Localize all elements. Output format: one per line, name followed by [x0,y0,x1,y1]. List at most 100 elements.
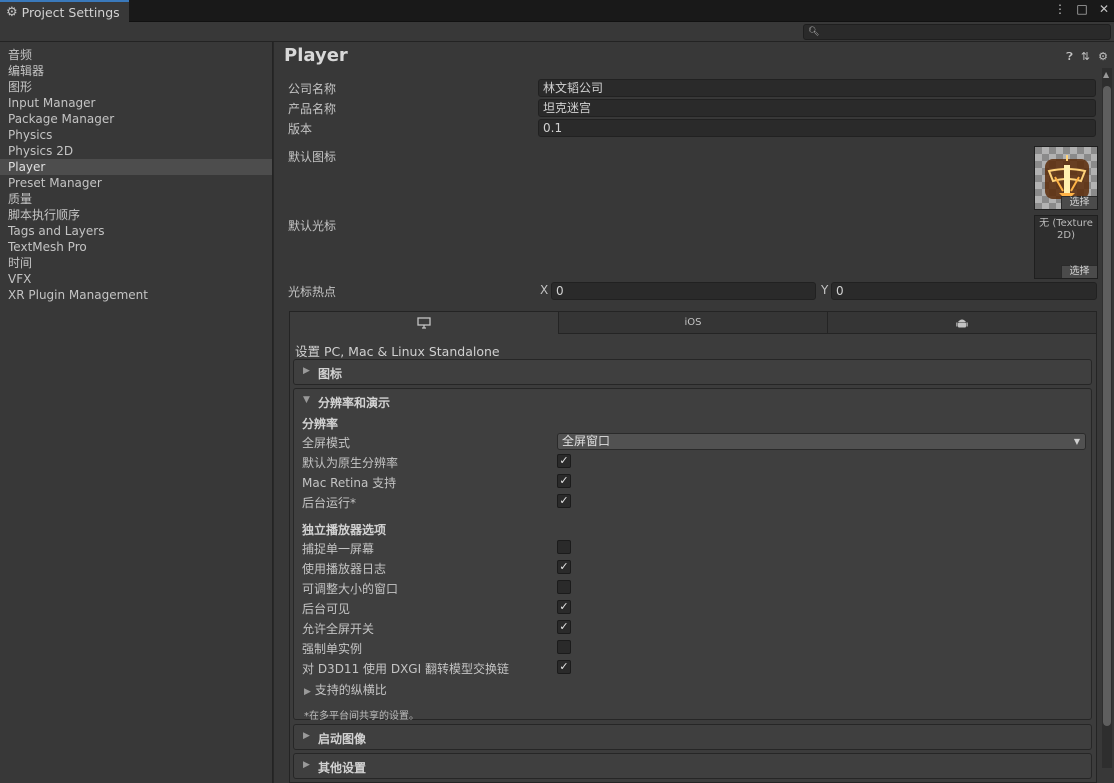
tab-ios[interactable]: iOS [559,312,828,334]
fullscreen-mode-dropdown[interactable]: 全屏窗口 ▼ [557,433,1086,450]
other-settings-foldout-title: 其他设置 [318,761,367,775]
toolbar: 🔍︎ [0,22,1114,42]
select-cursor-button[interactable]: 选择 [1061,265,1097,278]
visible-in-background-checkbox[interactable]: ✓ [557,600,571,614]
dxgi-flip-model-checkbox[interactable]: ✓ [557,660,571,674]
default-icon-label: 默认图标 [288,150,337,164]
sidebar-item-vfx[interactable]: VFX [0,271,272,287]
other-settings-foldout[interactable]: ▶ 其他设置 [293,753,1092,779]
version-label: 版本 [288,122,313,136]
help-icon[interactable]: ❓︎ [1066,50,1073,64]
player-log-label: 使用播放器日志 [302,562,387,576]
header-icons: ❓︎ ⇅ ⚙ [1066,50,1108,64]
sidebar-item-package-manager[interactable]: Package Manager [0,111,272,127]
run-in-background-checkbox[interactable]: ✓ [557,494,571,508]
expanded-arrow-icon[interactable]: ▼ [303,395,310,405]
sidebar-item-xr-plugin-management[interactable]: XR Plugin Management [0,287,272,303]
hotspot-y-field[interactable]: 0 [831,282,1097,300]
sidebar-item-quality[interactable]: 质量 [0,191,272,207]
native-resolution-label: 默认为原生分辨率 [302,456,399,470]
force-single-instance-label: 强制单实例 [302,642,363,656]
product-name-field[interactable]: 坦克迷宫 [538,99,1096,117]
close-icon[interactable]: ✕ [1098,2,1110,16]
hotspot-x-label: X [540,283,549,297]
vertical-scrollbar[interactable]: ▲ [1102,68,1112,768]
player-settings-panel: Player ❓︎ ⇅ ⚙ ▲ 公司名称 林文韬公司 产品名称 坦克迷宫 版本 … [274,42,1114,783]
company-name-field[interactable]: 林文韬公司 [538,79,1096,97]
hotspot-x-field[interactable]: 0 [551,282,816,300]
resolution-foldout-title[interactable]: 分辨率和演示 [318,394,390,411]
maximize-icon[interactable]: □ [1076,2,1088,16]
shared-settings-note: *在多平台间共享的设置。 [304,711,419,722]
resolution-section: ▼ 分辨率和演示 分辨率 全屏模式 全屏窗口 ▼ 默认为原生分辨率 ✓ Mac … [293,388,1092,722]
presets-icon[interactable]: ⇅ [1081,50,1090,64]
window-controls: ⋮ □ ✕ [1054,2,1110,16]
tab-title: Project Settings [21,4,120,20]
sidebar-item-script-execution-order[interactable]: 脚本执行顺序 [0,207,272,223]
android-icon [956,319,968,327]
sidebar-item-textmesh-pro[interactable]: TextMesh Pro [0,239,272,255]
capture-single-screen-checkbox[interactable] [557,540,571,554]
collapsed-arrow-icon: ▶ [303,366,310,376]
checkmark-icon: ✓ [559,494,569,507]
default-icon-slot[interactable]: 选择 [1034,146,1098,210]
checkmark-icon: ✓ [559,560,569,573]
scroll-up-arrow-icon[interactable]: ▲ [1103,70,1109,79]
cursor-none-text: 无 (Texture 2D) [1039,218,1093,241]
icon-foldout[interactable]: ▶ 图标 [293,359,1092,385]
sidebar-item-graphics[interactable]: 图形 [0,79,272,95]
run-in-background-label: 后台运行* [302,496,357,510]
product-name-label: 产品名称 [288,102,337,116]
mac-retina-checkbox[interactable]: ✓ [557,474,571,488]
capture-single-screen-label: 捕捉单一屏幕 [302,542,375,556]
sidebar-item-tags-and-layers[interactable]: Tags and Layers [0,223,272,239]
resizable-window-checkbox[interactable] [557,580,571,594]
force-single-instance-checkbox[interactable] [557,640,571,654]
sidebar-item-preset-manager[interactable]: Preset Manager [0,175,272,191]
visible-in-background-label: 后台可见 [302,602,351,616]
sidebar-item-physics-2d[interactable]: Physics 2D [0,143,272,159]
hotspot-y-label: Y [821,283,829,297]
checkmark-icon: ✓ [559,660,569,673]
dropdown-arrow-icon: ▼ [1073,437,1080,446]
default-cursor-label: 默认光标 [288,219,337,233]
allow-fullscreen-switch-checkbox[interactable]: ✓ [557,620,571,634]
monitor-icon [417,317,431,329]
sidebar-item-audio[interactable]: 音频 [0,47,272,63]
native-resolution-checkbox[interactable]: ✓ [557,454,571,468]
version-field[interactable]: 0.1 [538,119,1096,137]
allow-fullscreen-switch-label: 允许全屏开关 [302,622,375,636]
sidebar-item-input-manager[interactable]: Input Manager [0,95,272,111]
more-options-icon[interactable]: ⋮ [1054,2,1066,16]
select-icon-button[interactable]: 选择 [1061,196,1097,209]
tab-standalone[interactable] [290,312,559,334]
default-cursor-slot[interactable]: 无 (Texture 2D) 选择 [1034,215,1098,279]
sidebar-item-time[interactable]: 时间 [0,255,272,271]
settings-gear-icon[interactable]: ⚙ [1098,50,1108,64]
icon-foldout-title: 图标 [318,367,343,381]
sidebar-item-player[interactable]: Player [0,159,272,175]
checkmark-icon: ✓ [559,474,569,487]
collapsed-arrow-icon: ▶ [303,731,310,741]
supported-aspect-ratios-label: 支持的纵横比 [314,683,387,697]
tab-android[interactable] [828,312,1096,334]
project-settings-tab[interactable]: ⚙ Project Settings [0,0,129,22]
supported-aspect-ratios-foldout[interactable]: ▶ 支持的纵横比 [304,681,387,698]
sidebar-item-editor[interactable]: 编辑器 [0,63,272,79]
platform-settings-box: iOS 设置 PC, Mac & Linux Standalone ▶ 图标 ▼… [289,311,1097,783]
checkmark-icon: ✓ [559,600,569,613]
gear-icon: ⚙ [6,4,18,20]
splash-foldout-title: 启动图像 [318,732,367,746]
standalone-options-subheader: 独立播放器选项 [302,523,387,537]
scrollbar-thumb[interactable] [1103,86,1111,726]
collapsed-arrow-icon: ▶ [304,687,311,697]
search-input[interactable]: 🔍︎ [803,24,1111,40]
player-log-checkbox[interactable]: ✓ [557,560,571,574]
splash-image-foldout[interactable]: ▶ 启动图像 [293,724,1092,750]
resizable-window-label: 可调整大小的窗口 [302,582,399,596]
checkmark-icon: ✓ [559,620,569,633]
resolution-subheader: 分辨率 [302,417,339,431]
fullscreen-mode-value: 全屏窗口 [562,434,611,448]
sidebar-item-physics[interactable]: Physics [0,127,272,143]
fullscreen-mode-label: 全屏模式 [302,436,351,450]
